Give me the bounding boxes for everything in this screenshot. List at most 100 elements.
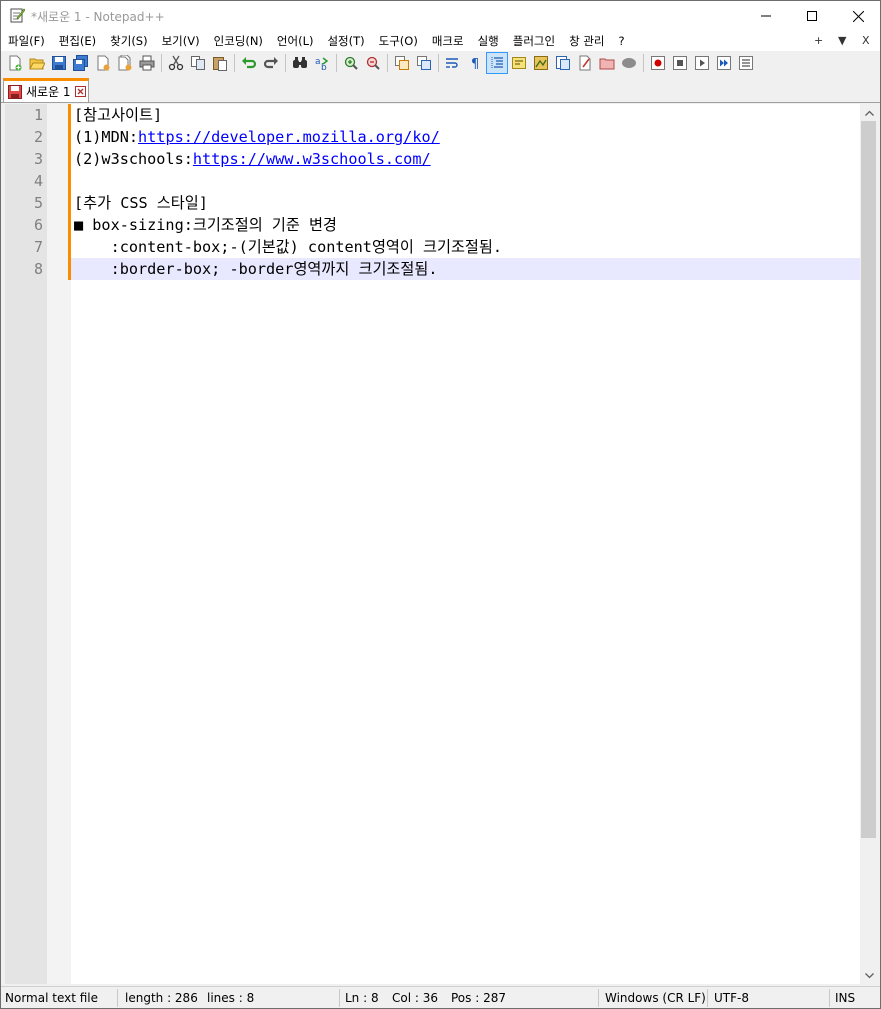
status-lines: lines : 8 [207,991,255,1005]
code-line[interactable]: [추가 CSS 스타일] [71,192,862,214]
save-button[interactable] [48,52,70,74]
menu-language[interactable]: 언어(L) [270,31,321,51]
w3schools-link[interactable]: https://www.w3schools.com/ [193,150,431,168]
scrollbar-thumb[interactable] [861,121,876,838]
run-macro-multiple-icon [717,56,731,70]
tab-close-icon[interactable] [74,86,86,97]
status-encoding[interactable]: UTF-8 [714,987,749,1008]
menu-tools[interactable]: 도구(O) [372,31,425,51]
indent-guide-button[interactable] [486,52,508,74]
scroll-up-button[interactable] [860,104,878,121]
close-file-icon [97,55,110,71]
menu-edit[interactable]: 편집(E) [52,31,103,51]
paste-button[interactable] [209,52,231,74]
function-list-button[interactable] [552,52,574,74]
save-all-icon [73,55,88,71]
menu-help[interactable]: ? [611,31,631,51]
menu-encoding[interactable]: 인코딩(N) [207,31,270,51]
code-line[interactable]: :content-box;-(기본값) content영역이 크기조절됨. [71,236,862,258]
save-icon [52,56,66,70]
chevron-up-icon [864,110,874,116]
line-text: :content-box;-(기본값) content영역이 크기조절됨. [74,238,503,256]
close-icon [852,10,864,22]
document-list-button[interactable] [596,52,618,74]
close-window-button[interactable] [835,1,880,31]
replace-button[interactable]: ab [311,52,333,74]
sync-vertical-button[interactable] [391,52,413,74]
document-map-button[interactable] [530,52,552,74]
record-macro-button[interactable] [647,52,669,74]
copy-button[interactable] [187,52,209,74]
close-document-button[interactable]: X [862,31,870,51]
redo-icon [263,57,278,69]
find-button[interactable] [289,52,311,74]
user-language-icon [512,57,526,69]
line-number: 7 [33,238,43,256]
open-file-button[interactable] [26,52,48,74]
folder-as-workspace-button[interactable] [574,52,596,74]
menu-macro[interactable]: 매크로 [425,31,471,51]
code-line[interactable]: ■ box-sizing:크기조절의 기준 변경 [71,214,862,236]
status-eol-format[interactable]: Windows (CR LF) [605,987,706,1008]
menu-plugins[interactable]: 플러그인 [506,31,562,51]
status-column: Col : 36 [392,991,438,1005]
menu-settings[interactable]: 설정(T) [320,31,371,51]
menu-search[interactable]: 찾기(S) [103,31,154,51]
line-text: [참고사이트] [74,106,163,124]
vertical-scrollbar[interactable] [860,104,878,984]
cut-button[interactable] [165,52,187,74]
open-file-icon [29,58,45,70]
word-wrap-button[interactable] [442,52,464,74]
tab-list-arrow-button[interactable]: ▼ [838,31,846,51]
menu-view[interactable]: 보기(V) [155,31,207,51]
play-macro-button[interactable] [691,52,713,74]
user-defined-language-button[interactable] [508,52,530,74]
code-line[interactable] [71,170,862,192]
line-number: 4 [33,172,43,190]
maximize-button[interactable] [789,1,835,31]
stop-macro-button[interactable] [669,52,691,74]
line-number: 1 [33,106,43,124]
code-line[interactable]: (1)MDN:https://developer.mozilla.org/ko/ [71,126,862,148]
doc-map-icon [534,56,548,70]
zoom-in-button[interactable] [340,52,362,74]
menu-window[interactable]: 창 관리 [562,31,611,51]
toolbar-separator [438,54,439,72]
chevron-down-icon [864,972,874,978]
menu-run[interactable]: 실행 [471,31,506,51]
print-icon [139,55,155,71]
scroll-down-button[interactable] [860,967,878,984]
close-file-button[interactable] [92,52,114,74]
monitoring-button[interactable] [618,52,640,74]
save-all-button[interactable] [70,52,92,74]
minimize-button[interactable] [743,1,789,31]
toolbar-separator [336,54,337,72]
editor-area[interactable]: 1 2 3 4 5 6 7 8 [참고사이트] (1)MDN:https://d… [5,104,878,984]
zoom-out-button[interactable] [362,52,384,74]
notepadpp-app-icon [10,8,25,23]
status-separator [117,989,118,1007]
status-separator [707,989,708,1007]
run-macro-multiple-button[interactable] [713,52,735,74]
menu-file[interactable]: 파일(F) [1,31,52,51]
show-all-characters-button[interactable]: ¶ [464,52,486,74]
status-insert-mode[interactable]: INS [835,987,855,1008]
tab-new-1[interactable]: 새로운 1 [3,78,89,102]
code-line[interactable]: (2)w3schools:https://www.w3schools.com/ [71,148,862,170]
line-number: 6 [33,216,43,234]
save-macro-button[interactable] [735,52,757,74]
redo-button[interactable] [260,52,282,74]
undo-button[interactable] [238,52,260,74]
sync-horizontal-button[interactable] [413,52,435,74]
close-all-button[interactable] [114,52,136,74]
mdn-link[interactable]: https://developer.mozilla.org/ko/ [138,128,440,146]
document-tab-bar: 새로운 1 [1,77,880,103]
current-code-line[interactable]: :border-box; -border영역까지 크기조절됨. [71,258,862,280]
new-file-button[interactable] [4,52,26,74]
print-button[interactable] [136,52,158,74]
menu-bar: 파일(F) 편집(E) 찾기(S) 보기(V) 인코딩(N) 언어(L) 설정(… [1,31,880,51]
new-tab-plus-button[interactable]: + [814,31,823,51]
code-line[interactable]: [참고사이트] [71,104,862,126]
status-separator [339,989,340,1007]
status-file-type: Normal text file [5,991,99,1005]
